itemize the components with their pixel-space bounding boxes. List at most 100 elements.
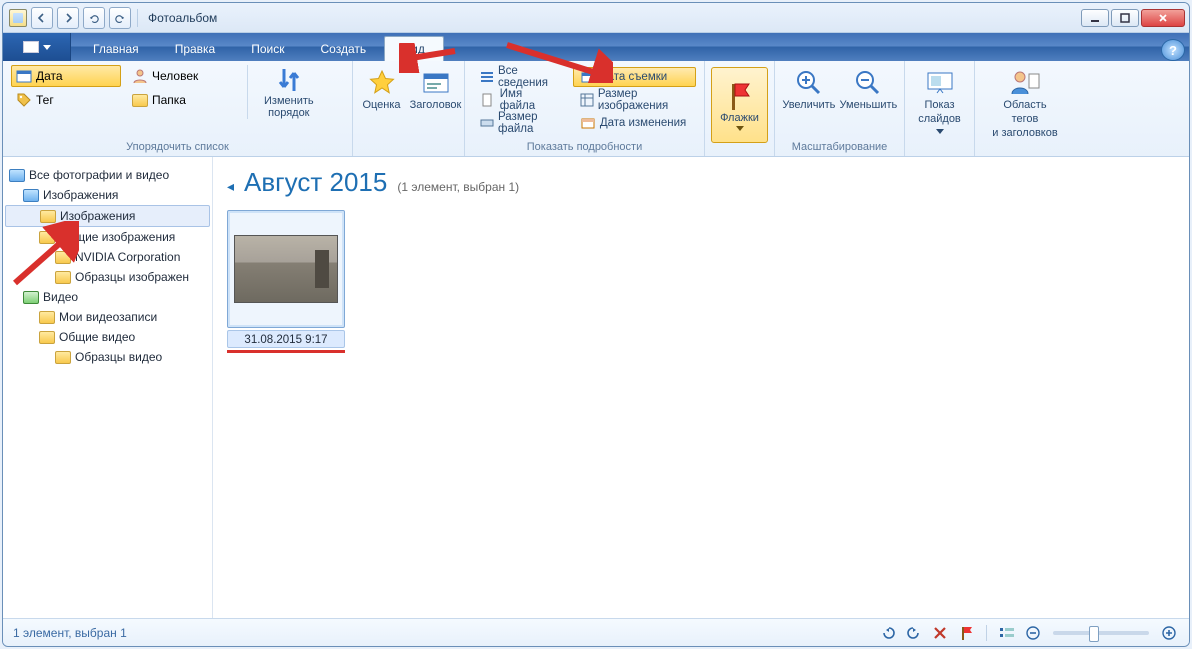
tree-all[interactable]: Все фотографии и видео	[5, 165, 210, 185]
tag-area-label: Область тегов и заголовков	[989, 99, 1061, 140]
tree-sample-video[interactable]: Образцы видео	[5, 347, 210, 367]
rotate-right-button[interactable]	[904, 623, 924, 643]
tree-my-videos-label: Мои видеозаписи	[59, 310, 157, 324]
rating-button[interactable]: Оценка	[358, 65, 406, 113]
tree-nvidia[interactable]: NVIDIA Corporation	[5, 247, 210, 267]
tree-public-video-label: Общие видео	[59, 330, 135, 344]
tree-images-sub-label: Изображения	[60, 209, 135, 223]
tree-all-label: Все фотографии и видео	[29, 168, 169, 182]
group-arrange: Дата Человек Тег	[3, 61, 353, 156]
detail-image-size[interactable]: Размер изображения	[573, 90, 696, 110]
nav-forward-button[interactable]	[57, 7, 79, 29]
tree-sample-images[interactable]: Образцы изображен	[5, 267, 210, 287]
change-order-label: Изменить порядок	[264, 95, 314, 119]
window-title: Фотоальбом	[148, 11, 217, 25]
group-heading: ◂ Август 2015 (1 элемент, выбран 1)	[227, 167, 1175, 198]
video-icon	[23, 291, 39, 304]
group-tag-area: Область тегов и заголовков	[975, 61, 1075, 156]
thumbnail-frame	[227, 210, 345, 328]
zoom-in-small[interactable]	[1159, 623, 1179, 643]
gallery-icon	[9, 169, 25, 182]
maximize-button[interactable]	[1111, 9, 1139, 27]
tree-my-videos[interactable]: Мои видеозаписи	[5, 307, 210, 327]
title-icon	[421, 67, 451, 99]
tree-public-images[interactable]: Общие изображения	[5, 227, 210, 247]
group-details: Все сведения Имя файла Размер файла Дата	[465, 61, 705, 156]
tag-area-button[interactable]: Область тегов и заголовков	[983, 65, 1067, 140]
tree-video-label: Видео	[43, 290, 78, 304]
detail-date-modified-label: Дата изменения	[600, 117, 686, 129]
nav-back-button[interactable]	[31, 7, 53, 29]
detail-date-taken[interactable]: Дата съемки	[573, 67, 696, 87]
tree-images-sub[interactable]: Изображения	[5, 205, 210, 227]
title-sep	[137, 9, 138, 27]
redo-button[interactable]	[109, 7, 131, 29]
tab-view[interactable]: Вид	[384, 36, 444, 62]
zoom-out-button[interactable]: Уменьшить	[841, 65, 896, 113]
app-icon	[9, 9, 27, 27]
thumbnail-image	[234, 235, 338, 303]
folder-icon	[39, 331, 55, 344]
close-button[interactable]	[1141, 9, 1185, 27]
change-order-button[interactable]: Изменить порядок	[264, 65, 314, 119]
title-label: Заголовок	[410, 99, 462, 113]
help-button[interactable]: ?	[1161, 39, 1185, 61]
tab-find[interactable]: Поиск	[233, 37, 302, 61]
tab-create[interactable]: Создать	[303, 37, 385, 61]
tab-bar: Главная Правка Поиск Создать Вид ?	[3, 33, 1189, 61]
zoom-out-small[interactable]	[1023, 623, 1043, 643]
sort-icon	[275, 65, 303, 95]
title-button[interactable]: Заголовок	[412, 65, 460, 113]
tab-main[interactable]: Главная	[75, 37, 157, 61]
tree-images[interactable]: Изображения	[5, 185, 210, 205]
rotate-left-button[interactable]	[878, 623, 898, 643]
view-details-button[interactable]	[997, 623, 1017, 643]
status-text: 1 элемент, выбран 1	[13, 626, 127, 640]
arrange-by-tag[interactable]: Тег	[11, 89, 121, 111]
detail-filesize[interactable]: Размер файла	[473, 113, 567, 133]
detail-filename-label: Имя файла	[500, 88, 560, 112]
folder-icon	[132, 92, 148, 108]
sb-flag-button[interactable]	[956, 623, 976, 643]
zoom-in-button[interactable]: Увеличить	[783, 65, 835, 113]
folder-icon	[55, 251, 71, 264]
slideshow-label: Показ слайдов	[918, 99, 961, 127]
tree-sample-video-label: Образцы видео	[75, 350, 162, 364]
arrange-by-date[interactable]: Дата	[11, 65, 121, 87]
flags-button[interactable]: Флажки	[711, 67, 768, 143]
detail-filename[interactable]: Имя файла	[473, 90, 567, 110]
folder-icon	[39, 311, 55, 324]
detail-date-modified[interactable]: Дата изменения	[573, 113, 696, 133]
collapse-toggle[interactable]: ◂	[227, 178, 234, 195]
dimensions-icon	[580, 92, 594, 108]
file-menu-button[interactable]	[3, 33, 71, 61]
thumbnail-item[interactable]: 31.08.2015 9:17	[227, 210, 345, 353]
sidebar: Все фотографии и видео Изображения Изобр…	[3, 157, 213, 618]
arrange-folder-label: Папка	[152, 93, 186, 107]
arrange-by-person[interactable]: Человек	[127, 65, 237, 87]
folder-icon	[39, 231, 55, 244]
slideshow-button[interactable]: Показ слайдов	[913, 65, 966, 134]
tree-public-images-label: Общие изображения	[59, 230, 175, 244]
detail-all[interactable]: Все сведения	[473, 67, 567, 87]
undo-button[interactable]	[83, 7, 105, 29]
folder-icon	[55, 271, 71, 284]
zoom-slider[interactable]	[1053, 631, 1149, 635]
detail-filesize-label: Размер файла	[498, 111, 560, 135]
rating-label: Оценка	[362, 99, 400, 113]
zoom-out-label: Уменьшить	[840, 99, 898, 113]
arrange-by-folder[interactable]: Папка	[127, 89, 237, 111]
titlebar: Фотоальбом	[3, 3, 1189, 33]
status-bar: 1 элемент, выбран 1	[3, 618, 1189, 646]
tree-public-video[interactable]: Общие видео	[5, 327, 210, 347]
tab-edit[interactable]: Правка	[157, 37, 234, 61]
group-flags: Флажки	[705, 61, 775, 156]
delete-button[interactable]	[930, 623, 950, 643]
minimize-button[interactable]	[1081, 9, 1109, 27]
tree-images-label: Изображения	[43, 188, 118, 202]
zoom-in-label: Увеличить	[782, 99, 835, 113]
tree-video[interactable]: Видео	[5, 287, 210, 307]
content-area: ◂ Август 2015 (1 элемент, выбран 1) 31.0…	[213, 157, 1189, 618]
group-rating: Оценка Заголовок	[353, 61, 465, 156]
filesize-icon	[480, 115, 494, 131]
